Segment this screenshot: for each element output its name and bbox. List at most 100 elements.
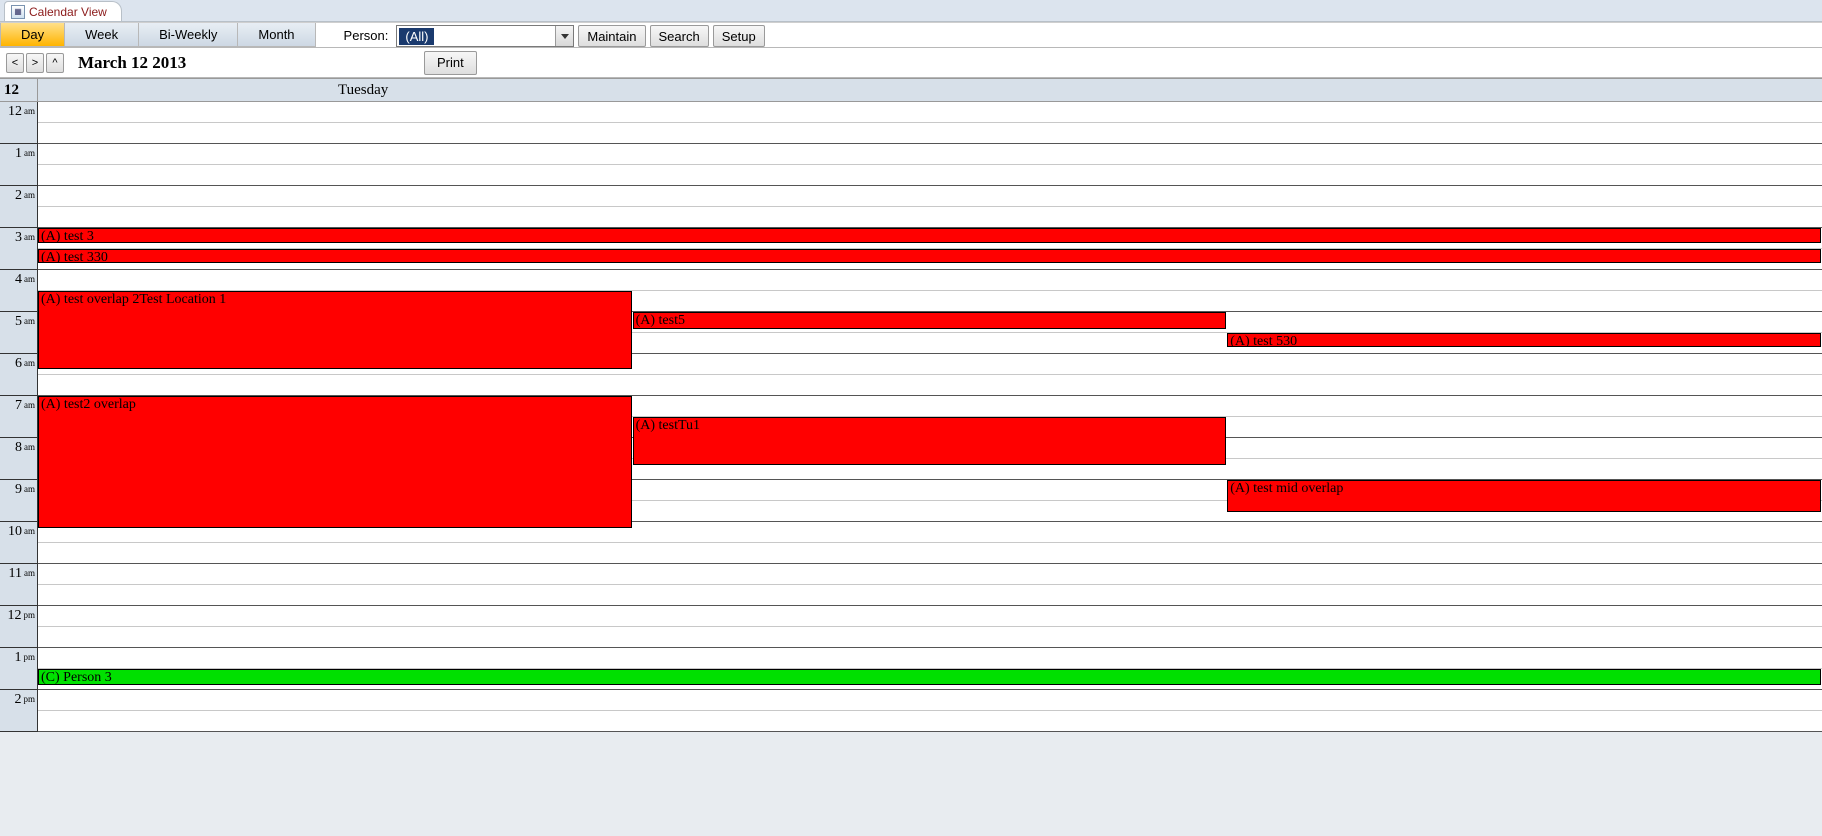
calendar-event[interactable]: (A) test 3: [38, 228, 1821, 243]
time-slot[interactable]: [38, 165, 1822, 186]
hour-ampm: pm: [23, 610, 35, 620]
person-label: Person:: [340, 23, 397, 47]
hour-num: 6: [15, 356, 22, 372]
hour-ampm: am: [24, 190, 35, 200]
hour-num: 2: [14, 692, 21, 708]
hour-ampm: am: [24, 400, 35, 410]
tab-biweekly[interactable]: Bi-Weekly: [139, 23, 238, 47]
hour-gutter: 12am1am2am3am4am5am6am7am8am9am10am11am1…: [0, 102, 38, 732]
time-slot[interactable]: [38, 648, 1822, 669]
day-name: Tuesday: [38, 79, 1822, 101]
hour-cell: 12pm: [0, 606, 37, 648]
hour-cell: 8am: [0, 438, 37, 480]
day-number: 12: [0, 79, 38, 101]
hour-num: 1: [15, 146, 22, 162]
time-slot[interactable]: [38, 144, 1822, 165]
hour-ampm: am: [24, 274, 35, 284]
time-slot[interactable]: [38, 270, 1822, 291]
next-button[interactable]: >: [26, 53, 44, 73]
tab-week[interactable]: Week: [65, 23, 139, 47]
hour-cell: 10am: [0, 522, 37, 564]
hour-cell: 1pm: [0, 648, 37, 690]
hour-cell: 4am: [0, 270, 37, 312]
calendar-event[interactable]: (A) test 530: [1227, 333, 1821, 347]
toolbar: Day Week Bi-Weekly Month Person: (All) M…: [0, 22, 1822, 48]
calendar-event[interactable]: (A) testTu1: [633, 417, 1227, 465]
hour-ampm: am: [24, 358, 35, 368]
hour-cell: 3am: [0, 228, 37, 270]
hour-num: 9: [15, 482, 22, 498]
search-button[interactable]: Search: [650, 25, 709, 47]
hour-num: 1: [14, 650, 21, 666]
time-slot[interactable]: [38, 606, 1822, 627]
calendar-event[interactable]: (A) test5: [633, 312, 1227, 329]
calendar-event[interactable]: (A) test overlap 2Test Location 1: [38, 291, 632, 369]
hour-cell: 12am: [0, 102, 37, 144]
nav-row: < > ^ March 12 2013 Print: [0, 48, 1822, 78]
tab-day[interactable]: Day: [0, 23, 65, 47]
hour-num: 2: [15, 188, 22, 204]
setup-button-label: Setup: [722, 29, 756, 44]
time-slot[interactable]: [38, 207, 1822, 228]
hour-num: 11: [9, 566, 22, 582]
hour-ampm: am: [24, 526, 35, 536]
time-slot[interactable]: [38, 585, 1822, 606]
hour-num: 3: [15, 230, 22, 246]
person-dropdown[interactable]: (All): [396, 25, 574, 47]
print-button-label: Print: [437, 55, 464, 70]
time-slot[interactable]: [38, 711, 1822, 732]
hour-cell: 2pm: [0, 690, 37, 732]
hour-num: 7: [15, 398, 22, 414]
day-header: 12 Tuesday: [0, 78, 1822, 102]
calendar-event[interactable]: (A) test 330: [38, 249, 1821, 263]
calendar-event[interactable]: (C) Person 3: [38, 669, 1821, 685]
window-tab-calendar-view[interactable]: ▦ Calendar View: [4, 1, 122, 21]
today-button[interactable]: ^: [46, 53, 64, 73]
chevron-down-icon[interactable]: [555, 26, 573, 46]
hour-cell: 2am: [0, 186, 37, 228]
window-tab-bar: ▦ Calendar View: [0, 0, 1822, 22]
today-icon: ^: [52, 57, 57, 69]
time-slot[interactable]: [38, 690, 1822, 711]
time-slot[interactable]: [38, 102, 1822, 123]
maintain-button-label: Maintain: [587, 29, 636, 44]
time-slot[interactable]: [38, 627, 1822, 648]
tab-biweekly-label: Bi-Weekly: [159, 27, 217, 42]
time-slot[interactable]: [38, 123, 1822, 144]
prev-icon: <: [12, 57, 18, 69]
time-slot[interactable]: [38, 564, 1822, 585]
tab-month-label: Month: [258, 27, 294, 42]
hour-ampm: pm: [23, 652, 35, 662]
hour-num: 4: [15, 272, 22, 288]
setup-button[interactable]: Setup: [713, 25, 765, 47]
hour-ampm: am: [24, 148, 35, 158]
time-slot[interactable]: [38, 543, 1822, 564]
hour-num: 5: [15, 314, 22, 330]
tab-week-label: Week: [85, 27, 118, 42]
hour-cell: 5am: [0, 312, 37, 354]
hour-cell: 11am: [0, 564, 37, 606]
hour-num: 8: [15, 440, 22, 456]
time-slot[interactable]: [38, 375, 1822, 396]
hour-num: 10: [8, 524, 22, 540]
calendar-event[interactable]: (A) test mid overlap: [1227, 480, 1821, 512]
hour-ampm: am: [24, 316, 35, 326]
print-button[interactable]: Print: [424, 51, 477, 75]
prev-button[interactable]: <: [6, 53, 24, 73]
hour-num: 12: [7, 608, 21, 624]
next-icon: >: [32, 57, 38, 69]
hour-ampm: am: [24, 484, 35, 494]
hour-cell: 6am: [0, 354, 37, 396]
hour-cell: 1am: [0, 144, 37, 186]
view-tabs: Day Week Bi-Weekly Month: [0, 23, 316, 47]
calendar-event[interactable]: (A) test2 overlap: [38, 396, 632, 528]
person-dropdown-value: (All): [399, 28, 434, 45]
hour-ampm: am: [24, 232, 35, 242]
form-icon: ▦: [11, 5, 25, 19]
window-tab-label: Calendar View: [29, 5, 107, 19]
hour-cell: 9am: [0, 480, 37, 522]
maintain-button[interactable]: Maintain: [578, 25, 645, 47]
tab-month[interactable]: Month: [238, 23, 315, 47]
time-slot[interactable]: [38, 186, 1822, 207]
hour-ampm: am: [24, 442, 35, 452]
